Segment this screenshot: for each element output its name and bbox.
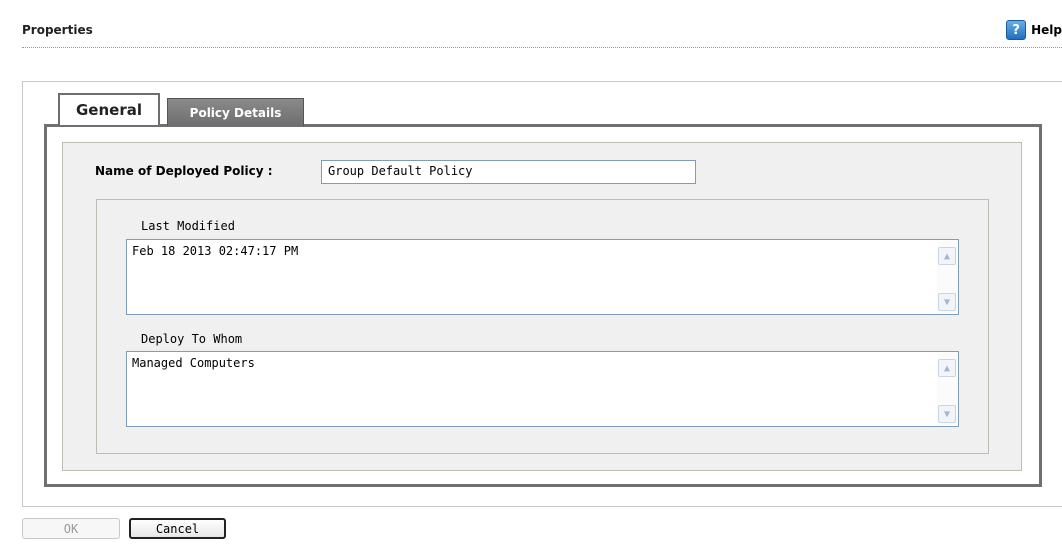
- policy-name-input[interactable]: Group Default Policy: [321, 160, 696, 184]
- last-modified-label: Last Modified: [141, 219, 235, 233]
- cancel-button[interactable]: Cancel: [129, 518, 226, 539]
- header-divider: [22, 47, 1062, 48]
- last-modified-textarea[interactable]: Feb 18 2013 02:47:17 PM ▲ ▼: [126, 239, 959, 315]
- scroll-down-icon[interactable]: ▼: [938, 293, 956, 311]
- last-modified-value: Feb 18 2013 02:47:17 PM: [132, 244, 299, 258]
- ok-button[interactable]: OK: [22, 518, 120, 539]
- policy-name-label: Name of Deployed Policy :: [95, 164, 273, 178]
- deploy-to-scrollbar[interactable]: ▲ ▼: [937, 353, 957, 425]
- deploy-to-label: Deploy To Whom: [141, 332, 243, 346]
- tab-general[interactable]: General: [58, 93, 160, 125]
- help-link[interactable]: ? Help: [1006, 20, 1062, 40]
- help-label[interactable]: Help: [1031, 23, 1062, 37]
- tab-policy-details[interactable]: Policy Details: [167, 98, 304, 126]
- scroll-up-icon[interactable]: ▲: [938, 247, 956, 265]
- page-header: Properties ? Help: [22, 20, 1062, 42]
- last-modified-scrollbar[interactable]: ▲ ▼: [937, 241, 957, 313]
- help-icon[interactable]: ?: [1006, 20, 1027, 40]
- deploy-to-value: Managed Computers: [132, 356, 255, 370]
- page-title: Properties: [22, 23, 93, 37]
- scroll-down-icon[interactable]: ▼: [938, 405, 956, 423]
- scroll-up-icon[interactable]: ▲: [938, 359, 956, 377]
- deploy-to-textarea[interactable]: Managed Computers ▲ ▼: [126, 351, 959, 427]
